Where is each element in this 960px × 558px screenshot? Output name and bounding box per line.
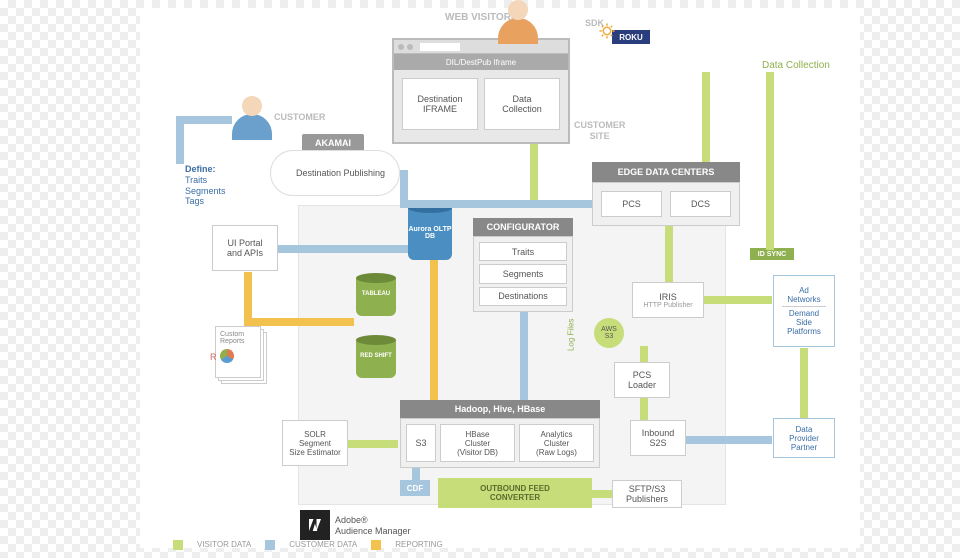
edge-dcs: DCS <box>670 191 731 217</box>
hadoop-header: Hadoop, Hive, HBase <box>400 400 600 418</box>
arrow-hadoop-cdf <box>412 468 420 480</box>
outbound-converter-box: OUTBOUND FEED CONVERTER <box>438 478 592 508</box>
inbound-s2s-box: Inbound S2S <box>630 420 686 456</box>
iris-title: IRIS <box>659 292 677 302</box>
configurator-destinations: Destinations <box>479 287 567 306</box>
aurora-db-icon: Aurora OLTP DB <box>408 208 452 260</box>
arrow-aws-pcs <box>640 346 648 362</box>
configurator-traits: Traits <box>479 242 567 261</box>
arrow-hadoop-solr <box>348 440 398 448</box>
aws-s3-circle: AWS S3 <box>594 318 624 348</box>
ad-networks: Ad Networks <box>787 286 820 304</box>
arrow-cust-left <box>176 116 232 124</box>
destination-iframe-box: Destination IFRAME <box>402 78 478 130</box>
hadoop-s3: S3 <box>406 424 436 462</box>
arrow-datacoll-down <box>702 72 710 162</box>
roku-badge: ROKU <box>612 30 650 44</box>
redshift-db-icon: RED SHIFT <box>356 340 396 378</box>
arrow-inbound-dpp <box>686 436 772 444</box>
define-title: Define: <box>185 164 245 175</box>
edge-body: PCS DCS <box>592 182 740 226</box>
arrow-right-long <box>766 72 774 250</box>
gear-icon <box>598 22 616 40</box>
configurator-body: Traits Segments Destinations <box>473 236 573 312</box>
arrow-browser-down <box>530 144 538 204</box>
right-panel: Ad Networks Demand Side Platforms <box>773 275 835 347</box>
adobe-name: Adobe® Audience Manager <box>335 515 411 537</box>
data-collection-box: Data Collection <box>484 78 560 130</box>
adobe-logo-icon <box>300 510 330 540</box>
data-collection-toplabel: Data Collection <box>762 60 830 72</box>
legend-reporting: REPORTING <box>395 540 442 550</box>
visitor-person-icon <box>498 0 538 48</box>
customer-person-icon <box>232 96 272 144</box>
arrow-dpp-up <box>800 348 808 418</box>
hadoop-analytics: Analytics Cluster (Raw Logs) <box>519 424 594 462</box>
arrow-iris-right <box>704 296 772 304</box>
hadoop-body: S3 HBase Cluster (Visitor DB) Analytics … <box>400 418 600 468</box>
arrow-pcs-hadoop <box>640 398 648 420</box>
arrow-aurora-down <box>430 260 438 400</box>
arrow-uiportal-right <box>278 245 408 253</box>
legend-customer: CUSTOMER DATA <box>289 540 357 550</box>
define-item-traits: Traits <box>185 175 245 186</box>
configurator-segments: Segments <box>479 264 567 283</box>
solr-box: SOLR Segment Size Estimator <box>282 420 348 466</box>
log-files-label: Log Files <box>566 319 576 351</box>
iris-box: IRIS HTTP Publisher <box>632 282 704 318</box>
configurator-header: CONFIGURATOR <box>473 218 573 236</box>
arrow-report-2 <box>244 318 354 326</box>
arrow-outbound-sftp <box>592 490 612 498</box>
legend: VISITOR DATA CUSTOMER DATA REPORTING <box>173 540 443 550</box>
arrow-akamai-up <box>400 170 408 204</box>
sftp-box: SFTP/S3 Publishers <box>612 480 682 508</box>
browser-iframe-bar: DIL/DestPub Iframe <box>394 54 568 70</box>
arrow-cust-down <box>176 116 184 164</box>
edge-pcs: PCS <box>601 191 662 217</box>
arrow-config-down <box>520 312 528 400</box>
arrow-edge-akamai <box>400 200 592 208</box>
edge-header: EDGE DATA CENTERS <box>592 162 740 182</box>
arrow-edge-iris <box>665 226 673 282</box>
define-item-segments: Segments <box>185 186 245 197</box>
browser-window: DIL/DestPub Iframe Destination IFRAME Da… <box>392 38 570 144</box>
tableau-db-icon: TABLEAU <box>356 278 396 316</box>
demand-side-platforms: Demand Side Platforms <box>787 309 821 336</box>
custom-reports-icon: Custom Reports <box>215 326 275 386</box>
iris-sub: HTTP Publisher <box>643 302 692 309</box>
data-provider-partner: Data Provider Partner <box>773 418 835 458</box>
define-panel: Define: Traits Segments Tags <box>185 164 245 207</box>
ui-portal-box: UI Portal and APIs <box>212 225 278 271</box>
cdf-badge: CDF <box>400 480 430 496</box>
customer-label: CUSTOMER <box>274 112 325 123</box>
customer-site-label: CUSTOMER SITE <box>574 120 625 142</box>
hadoop-hbase: HBase Cluster (Visitor DB) <box>440 424 515 462</box>
pcs-loader-box: PCS Loader <box>614 362 670 398</box>
akamai-sub: Destination Publishing <box>296 168 385 179</box>
define-item-tags: Tags <box>185 196 245 207</box>
legend-visitor: VISITOR DATA <box>197 540 251 550</box>
